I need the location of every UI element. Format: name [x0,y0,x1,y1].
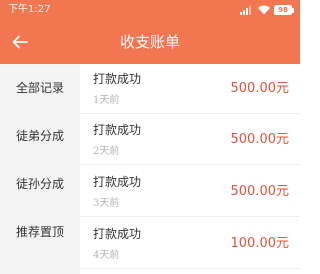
records-list: 打款成功 1天前 500.00元 打款成功 2天前 500.00元 打款成功 3… [80,64,300,274]
status-icons: 98 [240,3,294,17]
battery-icon: 98 [274,5,294,15]
sidebar-item-all-records[interactable]: 全部记录 [0,64,80,112]
record-amount: 500.00元 [230,132,290,147]
wifi-icon [258,5,270,15]
sidebar-item-recommend-top[interactable]: 推荐置顶 [0,208,80,256]
record-time: 3天前 [93,198,120,209]
list-item[interactable]: 打款成功 4天前 100.00元 [80,219,300,269]
list-item[interactable]: 打款成功 2天前 500.00元 [80,115,300,165]
signal-icon [240,6,251,15]
record-title: 打款成功 [93,72,142,86]
sidebar: 全部记录 徒弟分成 徒孙分成 推荐置顶 [0,64,80,274]
record-title: 打款成功 [93,175,142,189]
record-title: 打款成功 [93,227,142,241]
record-time: 2天前 [93,146,120,157]
record-amount: 500.00元 [230,184,290,199]
record-time: 1天前 [93,95,120,106]
record-amount: 100.00元 [230,236,290,251]
record-amount: 500.00元 [230,81,290,96]
sidebar-item-apprentice-share[interactable]: 徒弟分成 [0,112,80,160]
list-item[interactable]: 打款成功 1天前 500.00元 [80,64,300,114]
status-bar: 下午1:27 98 [0,0,300,20]
list-item[interactable]: 打款成功 3天前 500.00元 [80,167,300,217]
header: 下午1:27 98 收支账单 [0,0,300,64]
battery-tip [292,7,294,13]
page-title: 收支账单 [119,33,180,51]
battery-level: 98 [274,5,292,15]
record-time: 4天前 [93,250,120,261]
nav-bar: 收支账单 [0,20,300,64]
status-time: 下午1:27 [8,4,51,15]
record-title: 打款成功 [93,123,142,137]
sidebar-item-grand-apprentice-share[interactable]: 徒孙分成 [0,160,80,208]
